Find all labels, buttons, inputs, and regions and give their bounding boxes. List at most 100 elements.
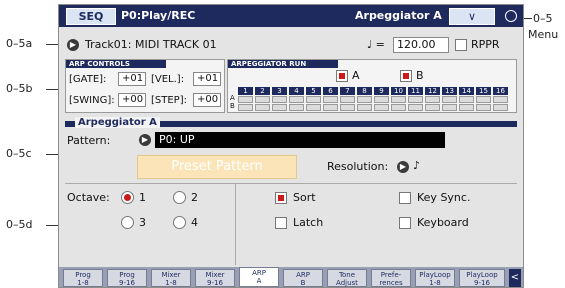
step-cell-b-13 [442, 104, 457, 111]
arp-controls-panel: ARP CONTROLS [GATE]: +01 [VEL.]: +01 [SW… [65, 59, 225, 113]
step-cell-a-7 [340, 96, 355, 103]
resolution-select-icon[interactable]: ▶ [397, 161, 409, 173]
pattern-select-icon[interactable]: ▶ [139, 134, 151, 146]
octave-3-radio[interactable] [121, 216, 134, 229]
step-cell-a-11 [408, 96, 423, 103]
tab-arp-a[interactable]: ARP A [239, 267, 279, 287]
step-number-14: 14 [459, 87, 474, 95]
octave-1-label: 1 [139, 191, 146, 204]
octave-4-label: 4 [191, 216, 198, 229]
key-sync-checkbox[interactable] [399, 192, 411, 204]
tab-mixer-9-16[interactable]: Mixer 9-16 [195, 269, 235, 287]
tab-preferences[interactable]: Prefe-rences [371, 269, 411, 287]
step-cell-b-16 [493, 104, 508, 111]
back-arrow-icon[interactable]: < [509, 269, 521, 287]
step-cell-a-14 [459, 96, 474, 103]
tab-prog-9-16-line2: 9-16 [119, 279, 135, 287]
step-cell-a-6 [323, 96, 338, 103]
sort-label: Sort [293, 191, 316, 204]
tab-tone-adjust-line2: Adjust [336, 279, 358, 287]
vel-field[interactable]: +01 [193, 72, 221, 86]
resolution-value[interactable]: ♪ [413, 159, 420, 172]
octave-3-label: 3 [139, 216, 146, 229]
swing-field[interactable]: +00 [118, 93, 146, 107]
sort-checkbox[interactable] [275, 192, 287, 204]
octave-4-radio[interactable] [173, 216, 186, 229]
track-label[interactable]: Track01: MIDI TRACK 01 [85, 38, 217, 51]
menu-button[interactable]: ∨ [449, 8, 495, 25]
tab-mixer-1-8-line2: 1-8 [165, 279, 177, 287]
arp-run-b-label: B [416, 69, 424, 82]
step-cell-a-10 [391, 96, 406, 103]
step-row-a-label: A [230, 94, 235, 102]
tab-mixer-1-8[interactable]: Mixer 1-8 [151, 269, 191, 287]
step-number-4: 4 [289, 87, 304, 95]
step-cell-a-9 [374, 96, 389, 103]
step-number-1: 1 [238, 87, 253, 95]
page-header: SEQ P0:Play/REC Arpeggiator A ∨ [59, 5, 523, 27]
tab-arp-b[interactable]: ARP B [283, 269, 323, 287]
step-field[interactable]: +00 [193, 93, 221, 107]
step-cell-b-15 [476, 104, 491, 111]
synth-screen: SEQ P0:Play/REC Arpeggiator A ∨ ▶ Track0… [58, 4, 524, 288]
step-cell-a-3 [272, 96, 287, 103]
tempo-field[interactable]: 120.00 [393, 37, 449, 53]
step-cell-a-15 [476, 96, 491, 103]
step-cell-a-8 [357, 96, 372, 103]
octave-1-radio[interactable] [121, 191, 134, 204]
tab-prog-9-16[interactable]: Prog 9-16 [107, 269, 147, 287]
step-cell-b-14 [459, 104, 474, 111]
tempo-label: ♩ = [367, 38, 385, 51]
octave-label: Octave: [67, 191, 110, 204]
pattern-field[interactable]: P0: UP [155, 132, 445, 148]
vel-label: [VEL.]: [151, 74, 185, 85]
tab-prog-1-8-line1: Prog [75, 271, 91, 279]
keyboard-checkbox[interactable] [399, 217, 411, 229]
step-cell-b-3 [272, 104, 287, 111]
step-cell-b-12 [425, 104, 440, 111]
tab-playloop-9-16-line2: 9-16 [474, 279, 490, 287]
gate-label: [GATE]: [69, 74, 107, 85]
step-number-12: 12 [425, 87, 440, 95]
octave-2-label: 2 [191, 191, 198, 204]
menu-circle-icon [505, 10, 517, 22]
step-number-16: 16 [493, 87, 508, 95]
step-cell-a-13 [442, 96, 457, 103]
arp-run-b-checkbox[interactable] [400, 70, 412, 82]
arp-run-panel: ARPEGGIATOR RUN A B A B 1 2 3 4 5 6 7 8 9 10 11 12 1… [227, 59, 517, 113]
latch-checkbox[interactable] [275, 217, 287, 229]
callout-0-5a: 0–5a [6, 37, 33, 50]
tab-prog-1-8[interactable]: Prog 1-8 [63, 269, 103, 287]
step-number-8: 8 [357, 87, 372, 95]
octave-2-radio[interactable] [173, 191, 186, 204]
track-select-icon[interactable]: ▶ [67, 39, 79, 51]
tab-arp-b-line1: ARP [296, 271, 310, 279]
tab-playloop-1-8[interactable]: PlayLoop 1-8 [415, 269, 455, 287]
step-number-7: 7 [340, 87, 355, 95]
rppr-label: RPPR [471, 38, 500, 51]
mode-tab[interactable]: SEQ [66, 8, 116, 25]
step-number-13: 13 [442, 87, 457, 95]
arp-run-a-checkbox[interactable] [336, 70, 348, 82]
pattern-label: Pattern: [67, 134, 111, 147]
tab-preferences-line1: Prefe- [380, 271, 402, 279]
keyboard-label: Keyboard [417, 216, 469, 229]
tab-tone-adjust[interactable]: Tone Adjust [327, 269, 367, 287]
tab-tone-adjust-line1: Tone [338, 271, 356, 279]
tab-playloop-1-8-line1: PlayLoop [419, 271, 451, 279]
page-name: Arpeggiator A [355, 9, 442, 22]
tab-prog-9-16-line1: Prog [119, 271, 135, 279]
horizontal-divider [65, 183, 517, 184]
step-number-5: 5 [306, 87, 321, 95]
preset-pattern-button[interactable]: Preset Pattern [137, 155, 297, 179]
key-sync-label: Key Sync. [417, 191, 471, 204]
tab-playloop-9-16[interactable]: PlayLoop 9-16 [459, 269, 505, 287]
gate-field[interactable]: +01 [118, 72, 146, 86]
rppr-checkbox[interactable] [455, 39, 467, 51]
vertical-divider [235, 183, 236, 265]
arpeggiator-section-title: Arpeggiator A [75, 117, 160, 128]
step-cell-b-8 [357, 104, 372, 111]
latch-label: Latch [293, 216, 324, 229]
step-number-9: 9 [374, 87, 389, 95]
callout-0-5d: 0–5d [6, 218, 33, 231]
